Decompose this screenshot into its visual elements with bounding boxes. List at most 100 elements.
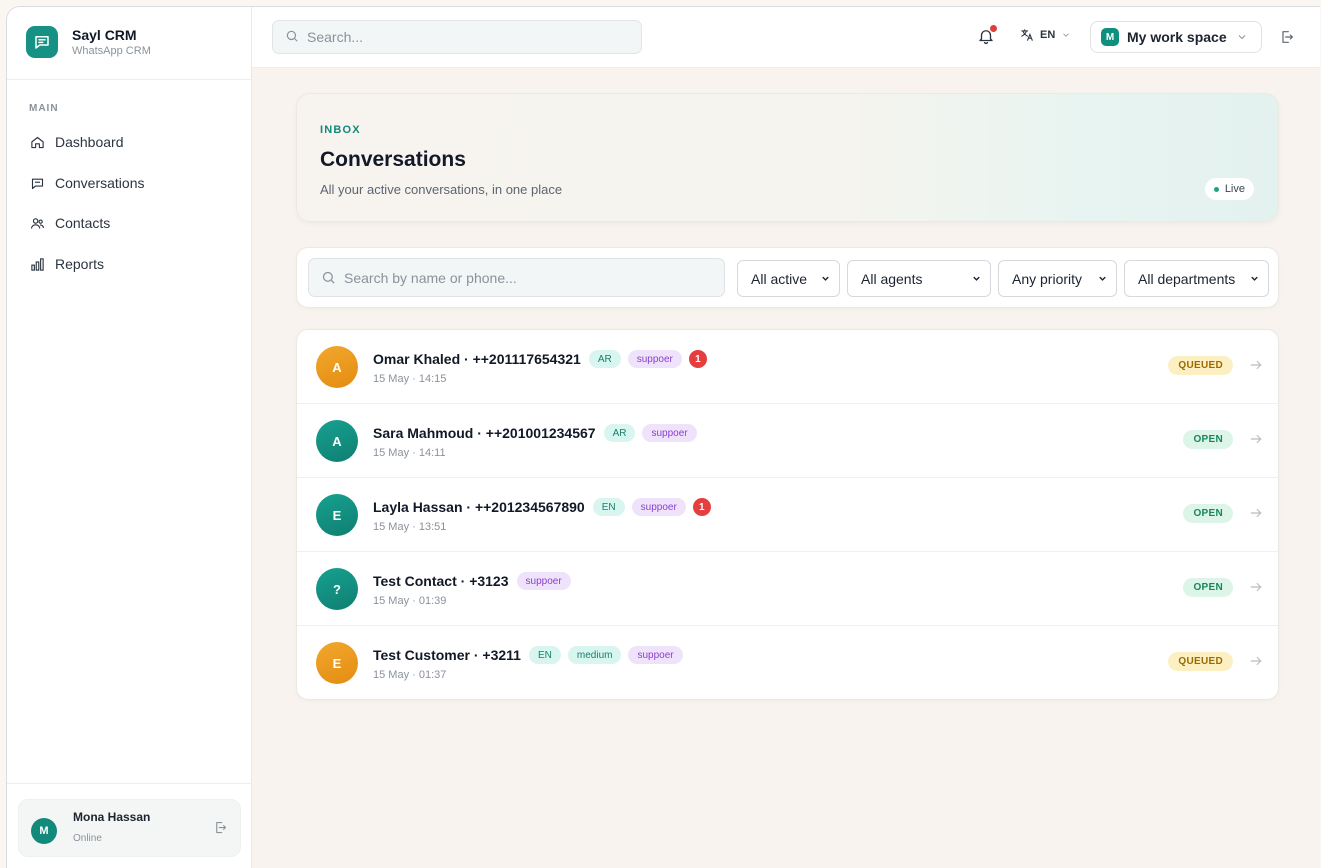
sidebar-item-contacts[interactable]: Contacts (19, 206, 239, 240)
conversation-time: 15 May · 01:39 (373, 595, 447, 607)
brand-subtitle: WhatsApp CRM (72, 45, 151, 57)
brand-title: Sayl CRM (72, 27, 137, 43)
notification-dot (990, 25, 997, 32)
conversation-row[interactable]: E Layla Hassan · ++201234567890 EN suppo… (297, 478, 1278, 552)
filter-bar: All active All agents Any priority All d… (296, 247, 1279, 308)
nav-section-label: MAIN (29, 103, 59, 114)
arrow-right-icon[interactable] (1249, 654, 1263, 673)
conversation-search[interactable] (308, 258, 725, 297)
status-badge: QUEUED (1168, 356, 1233, 375)
status-badge: OPEN (1183, 578, 1233, 597)
status-badge: OPEN (1183, 504, 1233, 523)
page-title: Conversations (320, 148, 466, 171)
contact-name: Layla Hassan · ++201234567890 (373, 499, 585, 515)
sidebar-item-label: Conversations (55, 175, 145, 191)
conversation-list: A Omar Khaled · ++201117654321 AR suppoe… (296, 329, 1279, 700)
live-label: Live (1224, 183, 1245, 195)
priority-filter-select[interactable]: Any priority (998, 260, 1117, 297)
department-tag: suppoer (631, 498, 686, 516)
avatar: E (316, 642, 358, 684)
conversation-row[interactable]: A Omar Khaled · ++201117654321 AR suppoe… (297, 330, 1278, 404)
sidebar-item-label: Dashboard (55, 134, 124, 150)
contact-name: Omar Khaled · ++201117654321 (373, 351, 581, 367)
logout-icon[interactable] (213, 820, 228, 840)
unread-badge: 1 (688, 350, 707, 368)
brand: Sayl CRM WhatsApp CRM (7, 7, 251, 80)
language-label: EN (1040, 29, 1056, 41)
sidebar-item-dashboard[interactable]: Dashboard (19, 125, 239, 159)
conversation-header: Test Customer · +3211 EN medium suppoer (373, 646, 690, 664)
priority-tag: medium (567, 646, 622, 664)
search-icon (321, 270, 336, 285)
global-search[interactable] (272, 20, 642, 54)
home-icon (29, 134, 45, 150)
sidebar-item-label: Reports (55, 256, 105, 272)
conversation-row[interactable]: E Test Customer · +3211 EN medium suppoe… (297, 626, 1278, 699)
sidebar-item-conversations[interactable]: Conversations (19, 166, 239, 200)
avatar: ? (316, 568, 358, 610)
contact-name: Test Customer · +3211 (373, 647, 521, 663)
chevron-down-icon (1236, 31, 1248, 43)
notification-bell-icon[interactable] (977, 25, 997, 47)
avatar: M (31, 818, 57, 844)
logout-icon[interactable] (1279, 29, 1295, 50)
sidebar: Sayl CRM WhatsApp CRM MAIN Dashboard Con… (7, 7, 252, 868)
user-name: Mona Hassan (73, 810, 151, 824)
live-badge: Live (1204, 178, 1254, 200)
search-input[interactable] (307, 29, 627, 45)
language-tag: EN (528, 646, 561, 664)
avatar: E (316, 494, 358, 536)
status-filter-select[interactable]: All active (737, 260, 840, 297)
user-card[interactable]: M Mona Hassan Online (18, 799, 241, 857)
chevron-down-icon (1097, 273, 1108, 284)
department-tag: suppoer (516, 572, 571, 590)
conversation-row[interactable]: A Sara Mahmoud · ++201001234567 AR suppo… (297, 404, 1278, 478)
sidebar-item-label: Contacts (55, 215, 111, 231)
workspace-switcher[interactable]: M My work space (1090, 21, 1262, 53)
app-window: Sayl CRM WhatsApp CRM MAIN Dashboard Con… (6, 6, 1320, 868)
conversation-time: 15 May · 01:37 (373, 669, 447, 681)
priority-filter-value: Any priority (1012, 270, 1083, 287)
agent-filter-value: All agents (861, 270, 923, 287)
chat-icon (29, 175, 45, 191)
topbar: EN M My work space (252, 7, 1320, 68)
page-kicker: INBOX (320, 124, 361, 136)
department-tag: suppoer (628, 646, 683, 664)
avatar: A (316, 346, 358, 388)
search-icon (285, 29, 299, 46)
language-tag: EN (592, 498, 625, 516)
status-badge: QUEUED (1168, 652, 1233, 671)
status-filter-value: All active (751, 270, 808, 287)
arrow-right-icon[interactable] (1249, 580, 1263, 599)
search-input[interactable] (344, 269, 714, 286)
chevron-down-icon (971, 273, 982, 284)
arrow-right-icon[interactable] (1249, 432, 1263, 451)
bar-chart-icon (29, 256, 45, 272)
conversation-header: Test Contact · +3123 suppoer (373, 572, 578, 590)
user-status: Online (73, 833, 102, 844)
contact-name: Test Contact · +3123 (373, 573, 509, 589)
sidebar-item-reports[interactable]: Reports (19, 247, 239, 281)
department-filter-value: All departments (1138, 270, 1236, 287)
department-filter-select[interactable]: All departments (1124, 260, 1269, 297)
department-tag: suppoer (627, 350, 682, 368)
conversation-time: 15 May · 13:51 (373, 521, 447, 533)
workspace-badge: M (1101, 28, 1119, 46)
sidebar-divider (7, 783, 252, 784)
chevron-down-icon (820, 273, 831, 284)
chevron-down-icon (1249, 273, 1260, 284)
page-header: INBOX Conversations All your active conv… (296, 93, 1279, 222)
agent-filter-select[interactable]: All agents (847, 260, 991, 297)
conversation-row[interactable]: ? Test Contact · +3123 suppoer 15 May · … (297, 552, 1278, 626)
arrow-right-icon[interactable] (1249, 506, 1263, 525)
conversation-time: 15 May · 14:11 (373, 447, 446, 459)
language-tag: AR (603, 424, 636, 442)
live-dot-icon (1213, 186, 1219, 192)
unread-badge: 1 (692, 498, 711, 516)
language-tag: AR (588, 350, 621, 368)
arrow-right-icon[interactable] (1249, 358, 1263, 377)
page-subtitle: All your active conversations, in one pl… (320, 182, 563, 197)
avatar: A (316, 420, 358, 462)
language-switcher[interactable]: EN (1020, 28, 1071, 42)
chat-logo-icon[interactable] (26, 26, 58, 58)
